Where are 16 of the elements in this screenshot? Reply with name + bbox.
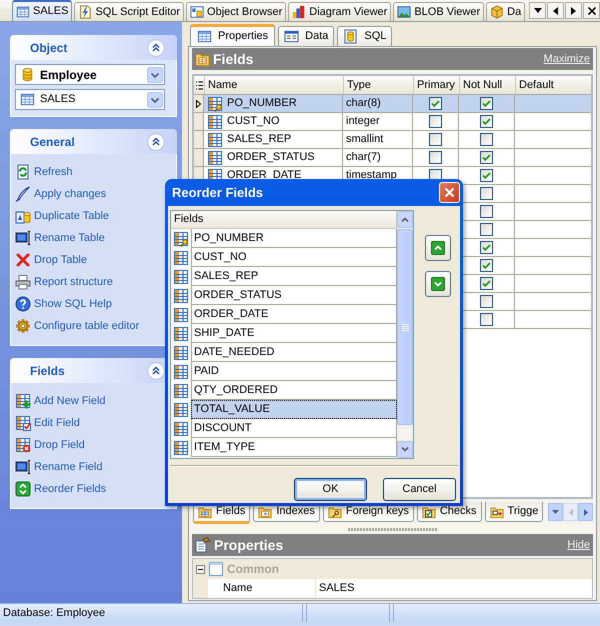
field-name: CUST_NO [227, 116, 280, 127]
field-name: ORDER_STATUS [227, 152, 315, 163]
field-name: ORDER_DATE [227, 170, 302, 181]
panel-title: Object [30, 42, 68, 54]
dialog-title: Reorder Fields [172, 186, 264, 199]
dropdown-value: Employee [40, 68, 98, 80]
panel-title: General [30, 136, 75, 148]
status-panel: Database: Employee [0, 604, 303, 622]
dropdown-value: SALES [40, 94, 76, 105]
field-name: PO_NUMBER [227, 98, 297, 109]
panel-title: Fields [30, 364, 65, 376]
panel-title: Fields [213, 52, 254, 66]
field-name: SALES_REP [227, 134, 292, 145]
property-name: Name [208, 579, 316, 598]
category-label: Common [227, 563, 279, 575]
panel-title: Properties [214, 538, 284, 552]
